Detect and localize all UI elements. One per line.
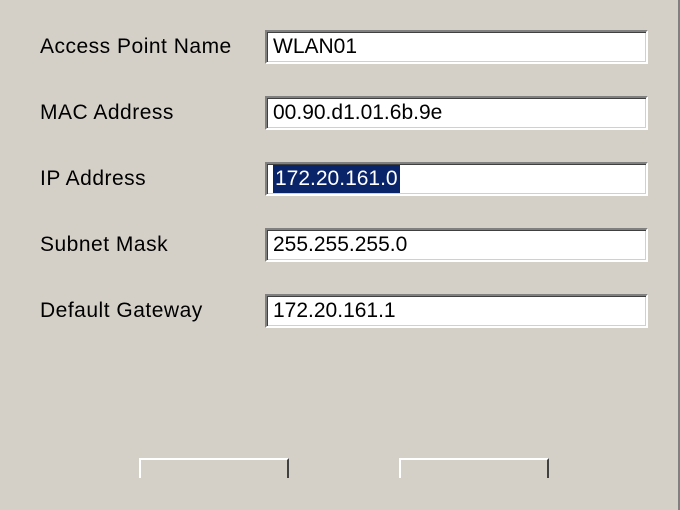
ip-address-value: 172.20.161.0 [273,165,400,193]
row-access-point-name: Access Point Name WLAN01 [40,30,648,64]
ip-address-input[interactable]: 172.20.161.0 [265,162,648,196]
text-caret [401,167,402,191]
subnet-mask-input[interactable]: 255.255.255.0 [265,228,648,262]
label-subnet-mask: Subnet Mask [40,233,265,257]
default-gateway-input[interactable]: 172.20.161.1 [265,294,648,328]
ok-button[interactable] [139,458,289,478]
row-default-gateway: Default Gateway 172.20.161.1 [40,294,648,328]
row-mac-address: MAC Address 00.90.d1.01.6b.9e [40,96,648,130]
row-ip-address: IP Address 172.20.161.0 [40,162,648,196]
access-point-name-input[interactable]: WLAN01 [265,30,648,64]
label-mac-address: MAC Address [40,101,265,125]
mac-address-input[interactable]: 00.90.d1.01.6b.9e [265,96,648,130]
cancel-button[interactable] [399,458,549,478]
default-gateway-value: 172.20.161.1 [273,297,396,325]
row-subnet-mask: Subnet Mask 255.255.255.0 [40,228,648,262]
subnet-mask-value: 255.255.255.0 [273,231,407,259]
label-ip-address: IP Address [40,167,265,191]
access-point-name-value: WLAN01 [273,33,357,61]
network-config-form: Access Point Name WLAN01 MAC Address 00.… [0,0,678,478]
label-default-gateway: Default Gateway [40,299,265,323]
button-row [40,458,648,478]
label-access-point-name: Access Point Name [40,35,265,59]
mac-address-value: 00.90.d1.01.6b.9e [273,99,442,127]
